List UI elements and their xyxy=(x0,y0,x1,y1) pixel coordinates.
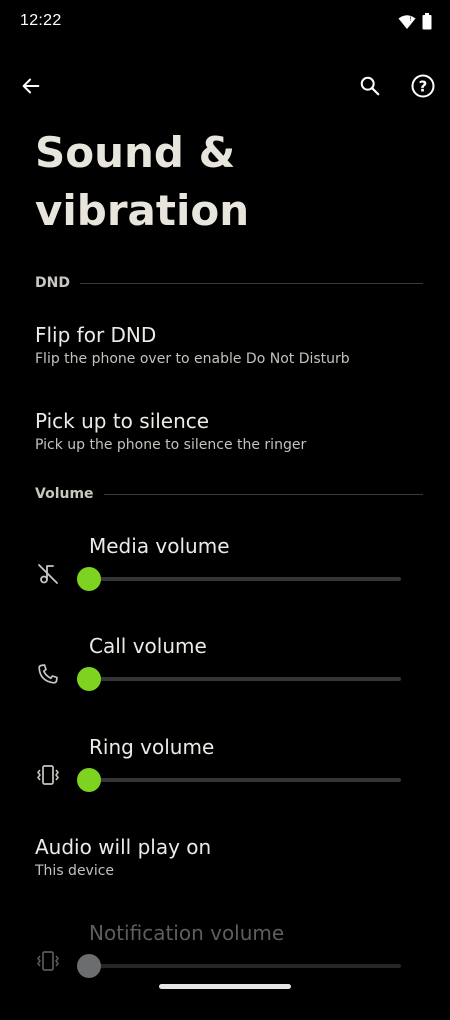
wifi-icon: ! xyxy=(398,14,416,34)
nav-gesture-handle[interactable] xyxy=(159,984,291,989)
pref-pick-up-to-silence[interactable]: Pick up to silence Pick up the phone to … xyxy=(35,408,430,455)
svg-text:?: ? xyxy=(419,78,428,96)
slider-title: Call volume xyxy=(89,634,207,658)
help-icon: ? xyxy=(410,73,436,103)
help-button[interactable]: ? xyxy=(403,68,443,108)
phone-icon xyxy=(35,661,61,687)
slider-thumb[interactable] xyxy=(77,567,101,591)
search-icon xyxy=(359,75,381,101)
slider-thumb xyxy=(77,954,101,978)
pref-summary: This device xyxy=(35,863,115,879)
vibrate-icon xyxy=(35,762,61,788)
status-bar: 12:22 ! xyxy=(0,0,450,44)
slider-thumb[interactable] xyxy=(77,667,101,691)
slider-title: Ring volume xyxy=(89,735,215,759)
section-header-volume: Volume xyxy=(35,484,423,504)
arrow-back-icon xyxy=(20,75,42,101)
slider-title: Media volume xyxy=(89,534,230,558)
notification-volume-slider xyxy=(77,954,401,978)
top-app-bar: ? xyxy=(0,62,450,114)
vibrate-icon xyxy=(35,948,61,974)
slider-title: Notification volume xyxy=(89,921,285,945)
ring-volume-row: Ring volume xyxy=(0,734,450,834)
pref-audio-output[interactable]: Audio will play on This device xyxy=(35,834,430,881)
pref-flip-for-dnd[interactable]: Flip for DND Flip the phone over to enab… xyxy=(35,322,430,369)
section-label: Volume xyxy=(35,486,94,502)
pref-title: Flip for DND xyxy=(35,323,157,347)
section-label: DND xyxy=(35,275,70,291)
status-icons: ! xyxy=(398,13,432,34)
battery-icon xyxy=(422,13,432,34)
section-divider xyxy=(103,493,423,495)
call-volume-slider[interactable] xyxy=(77,667,401,691)
call-volume-row: Call volume xyxy=(0,633,450,733)
pref-summary: Pick up the phone to silence the ringer xyxy=(35,437,307,453)
svg-text:!: ! xyxy=(410,16,412,23)
pref-title: Pick up to silence xyxy=(35,409,210,433)
notification-volume-row: Notification volume xyxy=(0,920,450,1020)
ring-volume-slider[interactable] xyxy=(77,768,401,792)
section-header-dnd: DND xyxy=(35,273,423,293)
status-time: 12:22 xyxy=(20,12,62,29)
pref-title: Audio will play on xyxy=(35,835,212,859)
back-button[interactable] xyxy=(11,68,51,108)
page-title: Sound & vibration xyxy=(35,128,250,235)
music-off-icon xyxy=(35,561,61,587)
search-button[interactable] xyxy=(350,68,390,108)
section-divider xyxy=(79,282,423,284)
media-volume-row: Media volume xyxy=(0,533,450,633)
slider-thumb[interactable] xyxy=(77,768,101,792)
pref-summary: Flip the phone over to enable Do Not Dis… xyxy=(35,351,350,367)
media-volume-slider[interactable] xyxy=(77,567,401,591)
